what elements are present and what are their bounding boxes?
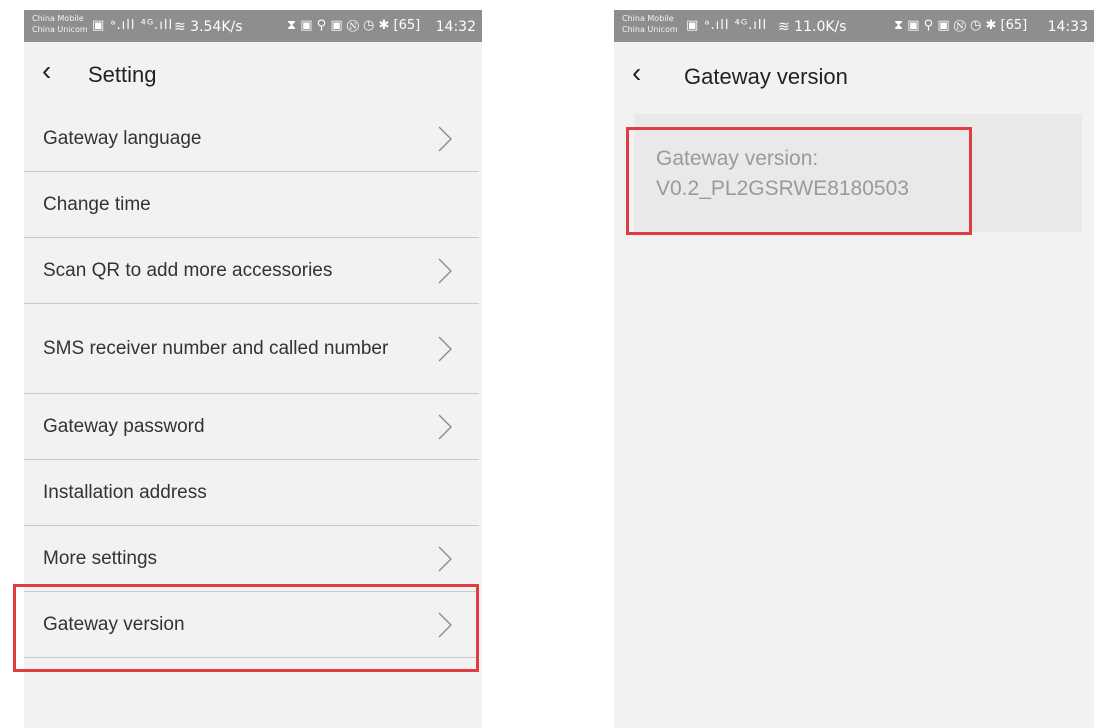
status-bar: China Mobile China Unicom ▣ ᵃ.ıll ⁴ᴳ.ıll…	[614, 10, 1094, 42]
page-title: Gateway version	[684, 64, 848, 89]
signal-icon: ▣ ᵃ.ıll ⁴ᴳ.ıll	[92, 18, 174, 33]
menu-item-more-settings[interactable]: More settings	[24, 526, 479, 592]
chevron-right-icon	[435, 256, 455, 286]
menu-item-label: Change time	[43, 193, 151, 215]
app-bar: ‹ Gateway version	[614, 42, 1094, 106]
menu-item-scan-qr[interactable]: Scan QR to add more accessories	[24, 238, 479, 304]
menu-item-label: Gateway password	[43, 415, 205, 437]
back-arrow-icon[interactable]: ‹	[42, 54, 51, 88]
chevron-right-icon	[435, 334, 455, 364]
chevron-right-icon	[435, 124, 455, 154]
app-bar: ‹ Setting	[24, 42, 482, 106]
carrier-secondary: China Unicom	[622, 25, 678, 34]
status-icons: ⧗ ▣ ⚲ ▣ Ⓝ ◷ ✱ [65]	[894, 18, 1028, 33]
menu-item-change-time[interactable]: Change time	[24, 172, 479, 238]
status-bar: China Mobile China Unicom ▣ ᵃ.ıll ⁴ᴳ.ıll…	[24, 10, 482, 42]
status-icons: ⧗ ▣ ⚲ ▣ Ⓝ ◷ ✱ [65]	[287, 18, 421, 33]
clock: 14:33	[1047, 19, 1088, 35]
carrier-names: China Mobile China Unicom	[622, 13, 678, 35]
menu-item-label: Installation address	[43, 481, 207, 503]
clock: 14:32	[435, 19, 476, 35]
chevron-right-icon	[435, 544, 455, 574]
carrier-secondary: China Unicom	[32, 25, 88, 34]
page-title: Setting	[88, 62, 157, 87]
settings-list: Gateway language Change time Scan QR to …	[24, 106, 482, 658]
menu-item-gateway-password[interactable]: Gateway password	[24, 394, 479, 460]
gateway-version-screen: China Mobile China Unicom ▣ ᵃ.ıll ⁴ᴳ.ıll…	[614, 10, 1094, 728]
network-speed: ≋ 11.0K/s	[778, 19, 847, 35]
menu-item-gateway-language[interactable]: Gateway language	[24, 106, 479, 172]
highlight-box-gateway-version-item	[13, 584, 479, 672]
signal-icon: ▣ ᵃ.ıll ⁴ᴳ.ıll	[686, 18, 768, 33]
menu-item-label: More settings	[43, 547, 158, 569]
highlight-box-gateway-version-value	[626, 127, 972, 235]
menu-item-sms-receiver[interactable]: SMS receiver number and called number	[24, 304, 479, 394]
carrier-names: China Mobile China Unicom	[32, 13, 88, 35]
chevron-right-icon	[435, 412, 455, 442]
carrier-primary: China Mobile	[622, 14, 674, 23]
menu-item-label: Gateway language	[43, 127, 202, 149]
menu-item-label: Scan QR to add more accessories	[43, 259, 333, 281]
menu-item-label: SMS receiver number and called number	[43, 337, 389, 359]
network-speed: ≋ 3.54K/s	[174, 19, 243, 35]
menu-item-installation-address[interactable]: Installation address	[24, 460, 479, 526]
carrier-primary: China Mobile	[32, 14, 84, 23]
back-arrow-icon[interactable]: ‹	[632, 56, 641, 90]
